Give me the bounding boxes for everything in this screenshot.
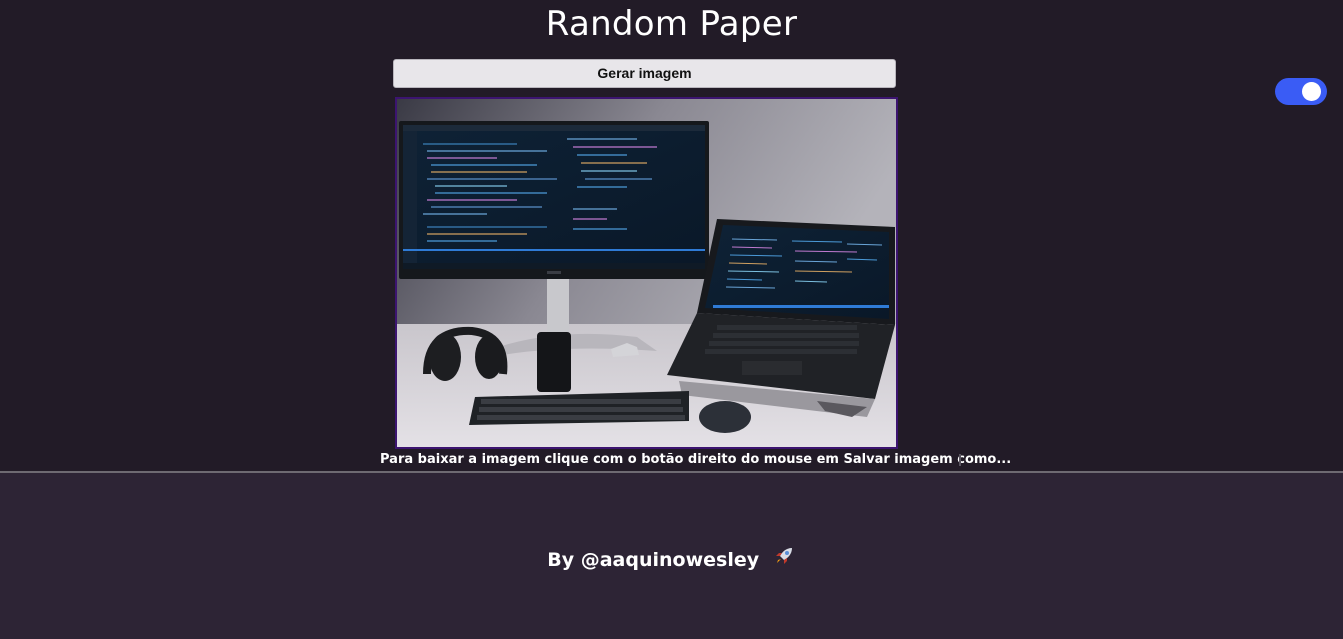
- main-section: Random Paper Gerar imagem Para baixar a …: [0, 0, 1343, 471]
- download-hint: Para baixar a imagem clique com o botão …: [380, 452, 1012, 467]
- footer: By @aaquinowesley: [0, 473, 1343, 639]
- page-title: Random Paper: [545, 4, 798, 44]
- rocket-icon: [772, 544, 796, 573]
- random-wallpaper-image[interactable]: [395, 97, 898, 449]
- generate-image-button[interactable]: Gerar imagem: [393, 59, 896, 88]
- wallpaper-photo: [397, 99, 896, 447]
- credit-text[interactable]: By @aaquinowesley: [547, 549, 759, 571]
- text-cursor: [959, 454, 961, 466]
- theme-toggle[interactable]: [1275, 78, 1327, 105]
- footer-credit: By @aaquinowesley: [0, 544, 1343, 573]
- toggle-knob: [1302, 82, 1321, 101]
